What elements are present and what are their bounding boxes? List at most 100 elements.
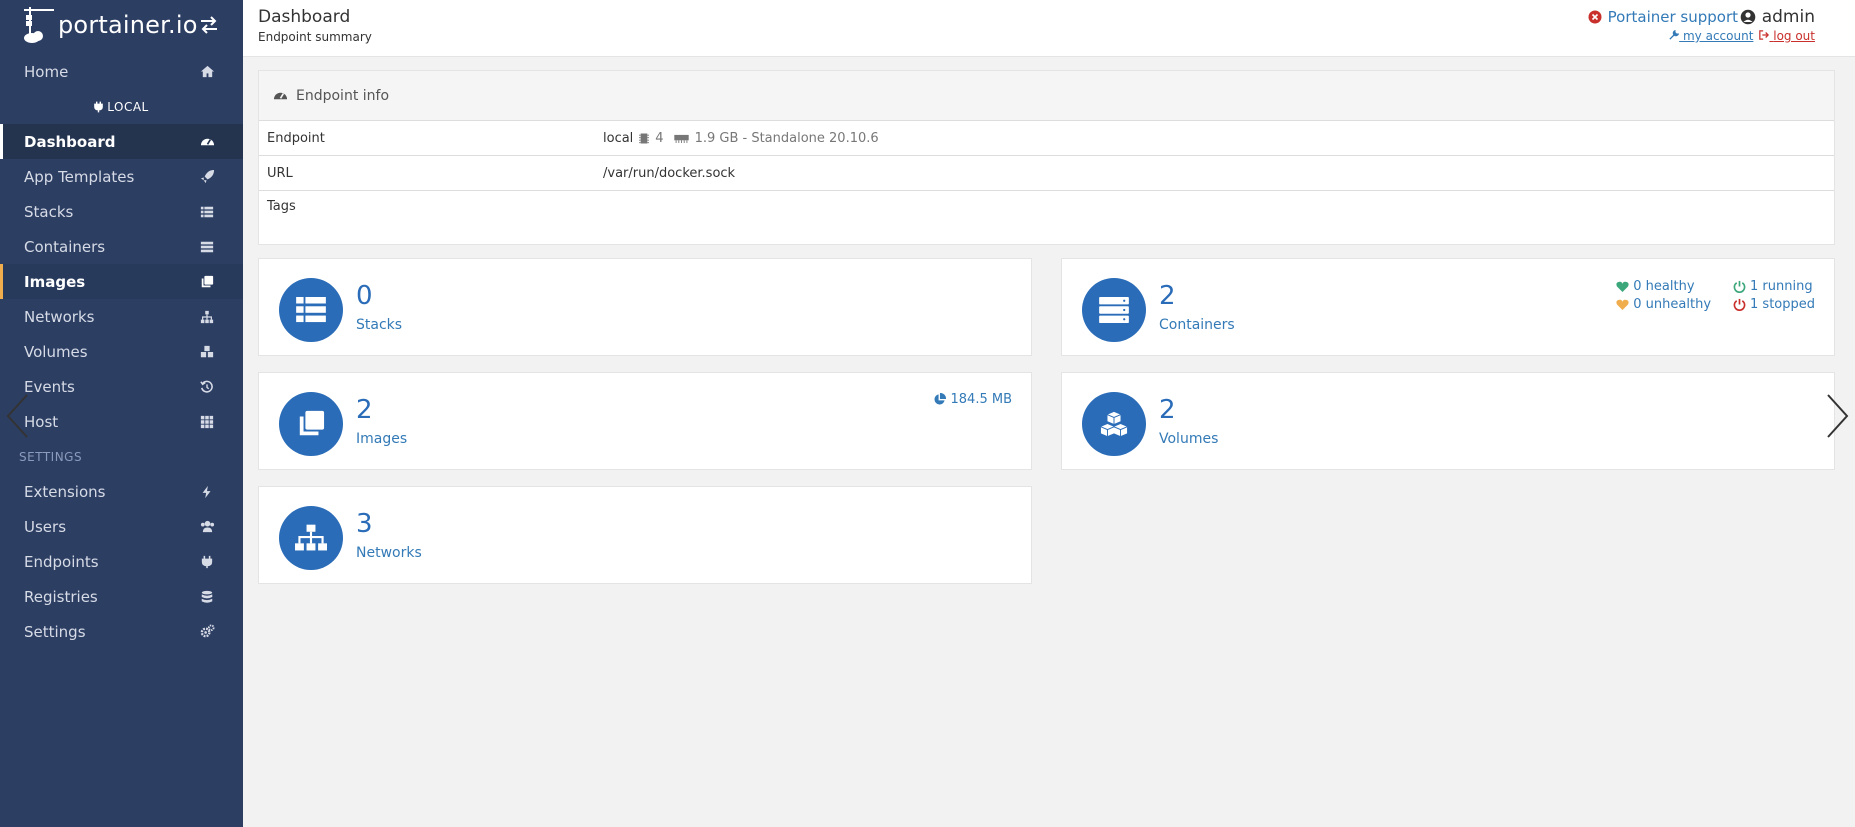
endpoint-row: Endpoint local 4 1.9 GB - Standalone 20.…	[259, 121, 1834, 156]
images-label: Images	[356, 431, 408, 447]
unhealthy-status: 0 unhealthy	[1616, 297, 1711, 312]
sidebar-item-users[interactable]: Users	[0, 509, 243, 544]
tachometer-icon	[199, 134, 215, 150]
healthy-label: 0 healthy	[1633, 279, 1695, 294]
volumes-count: 2	[1159, 395, 1176, 425]
sidebar-item-dashboard[interactable]: Dashboard	[0, 124, 243, 159]
sidebar-item-label: Images	[24, 272, 86, 291]
stopped-label: 1 stopped	[1750, 297, 1815, 312]
volumes-label: Volumes	[1159, 431, 1219, 447]
networks-tile-icon	[279, 506, 343, 570]
networks-label: Networks	[356, 545, 422, 561]
sidebar-item-volumes[interactable]: Volumes	[0, 334, 243, 369]
endpoint-label: LOCAL	[0, 89, 243, 124]
sidebar-item-label: Endpoints	[24, 552, 99, 571]
brand-name: portainer.io	[58, 11, 198, 39]
sidebar-toggle-icon[interactable]	[199, 16, 219, 34]
memory-icon	[673, 134, 689, 143]
sidebar-item-settings[interactable]: Settings	[0, 614, 243, 649]
stacks-tile-icon	[279, 278, 343, 342]
log-out-link[interactable]: log out	[1759, 29, 1815, 43]
sitemap-icon	[199, 309, 215, 325]
microchip-icon	[639, 133, 650, 143]
support-icon	[1588, 10, 1602, 24]
sidebar-item-endpoints[interactable]: Endpoints	[0, 544, 243, 579]
cubes-icon	[1100, 411, 1128, 437]
sidebar-item-extensions[interactable]: Extensions	[0, 474, 243, 509]
images-tile[interactable]: 2 Images 184.5 MB	[258, 372, 1032, 470]
sidebar-item-label: Extensions	[24, 482, 106, 501]
tags-row: Tags	[259, 191, 1834, 243]
user-menu: admin	[1740, 7, 1815, 27]
th-icon	[199, 414, 215, 430]
heartbeat-icon	[1616, 299, 1629, 310]
sidebar-item-label: Registries	[24, 587, 98, 606]
sidebar-item-events[interactable]: Events	[0, 369, 243, 404]
support-label: Portainer support	[1607, 8, 1738, 26]
widget-header: Endpoint info	[259, 71, 1834, 121]
volumes-tile[interactable]: 2 Volumes	[1061, 372, 1835, 470]
bolt-icon	[199, 484, 215, 500]
server-icon	[1099, 297, 1129, 323]
clone-icon	[199, 274, 215, 290]
home-icon	[199, 64, 215, 80]
images-size: 184.5 MB	[933, 392, 1012, 407]
containers-label: Containers	[1159, 317, 1235, 333]
rocket-icon	[199, 169, 215, 185]
containers-tile[interactable]: 2 Containers 0 healthy 1 running 0 unhea…	[1061, 258, 1835, 356]
running-label: 1 running	[1750, 279, 1813, 294]
endpoint-info-widget: Endpoint info Endpoint local 4 1.9 GB - …	[258, 70, 1835, 245]
sidebar-item-label: Host	[24, 412, 59, 431]
sidebar-item-host[interactable]: Host	[0, 404, 243, 439]
users-icon	[199, 519, 215, 535]
sidebar-item-app-templates[interactable]: App Templates	[0, 159, 243, 194]
cubes-icon	[199, 344, 215, 360]
settings-section-title: SETTINGS	[19, 449, 83, 464]
sidebar-item-networks[interactable]: Networks	[0, 299, 243, 334]
sidebar-item-containers[interactable]: Containers	[0, 229, 243, 264]
sidebar-item-images[interactable]: Images	[0, 264, 243, 299]
healthy-status: 0 healthy	[1616, 279, 1711, 294]
networks-tile[interactable]: 3 Networks	[258, 486, 1032, 584]
plug-icon	[94, 101, 104, 112]
sidebar-item-registries[interactable]: Registries	[0, 579, 243, 614]
stopped-status: 1 stopped	[1733, 297, 1815, 312]
stacks-label: Stacks	[356, 317, 403, 333]
cogs-icon	[199, 624, 215, 640]
url-row: URL /var/run/docker.sock	[259, 156, 1834, 191]
sidebar-item-label: Stacks	[24, 202, 74, 221]
row-value: /var/run/docker.sock	[603, 165, 736, 181]
portainer-support-link[interactable]: Portainer support	[1588, 8, 1738, 26]
row-key: URL	[267, 165, 293, 181]
sidebar-item-label: Containers	[24, 237, 106, 256]
row-value: local 4 1.9 GB - Standalone 20.10.6	[603, 131, 879, 146]
sidebar-item-home[interactable]: Home	[0, 54, 243, 89]
database-icon	[199, 589, 215, 605]
history-icon	[199, 379, 215, 395]
images-count: 2	[356, 395, 373, 425]
sidebar-item-label: Users	[24, 517, 67, 536]
memory-info: 1.9 GB - Standalone 20.10.6	[694, 130, 879, 146]
th-list-icon	[296, 297, 326, 323]
row-key: Endpoint	[267, 130, 325, 146]
power-off-icon	[1733, 298, 1746, 311]
account-links: my account log out	[1669, 29, 1815, 43]
sidebar-item-label: Home	[24, 62, 69, 81]
my-account-label: my account	[1682, 29, 1754, 43]
sidebar-item-label: Volumes	[24, 342, 88, 361]
my-account-link[interactable]: my account	[1669, 29, 1753, 43]
sidebar: portainer.io Home LOCAL Dashboard App Te…	[0, 0, 243, 827]
endpoint-name: LOCAL	[107, 99, 149, 114]
previous-arrow-icon[interactable]	[5, 393, 29, 439]
th-list-icon	[199, 204, 215, 220]
next-arrow-icon[interactable]	[1826, 393, 1850, 439]
sidebar-item-label: Dashboard	[24, 132, 116, 151]
page-header: Dashboard Endpoint summary Portainer sup…	[243, 0, 1855, 57]
server-icon	[199, 239, 215, 255]
heartbeat-icon	[1616, 281, 1629, 292]
sidebar-item-stacks[interactable]: Stacks	[0, 194, 243, 229]
page-title: Dashboard	[258, 7, 351, 27]
sidebar-item-label: Settings	[24, 622, 86, 641]
stacks-tile[interactable]: 0 Stacks	[258, 258, 1032, 356]
brand: portainer.io	[0, 0, 243, 50]
